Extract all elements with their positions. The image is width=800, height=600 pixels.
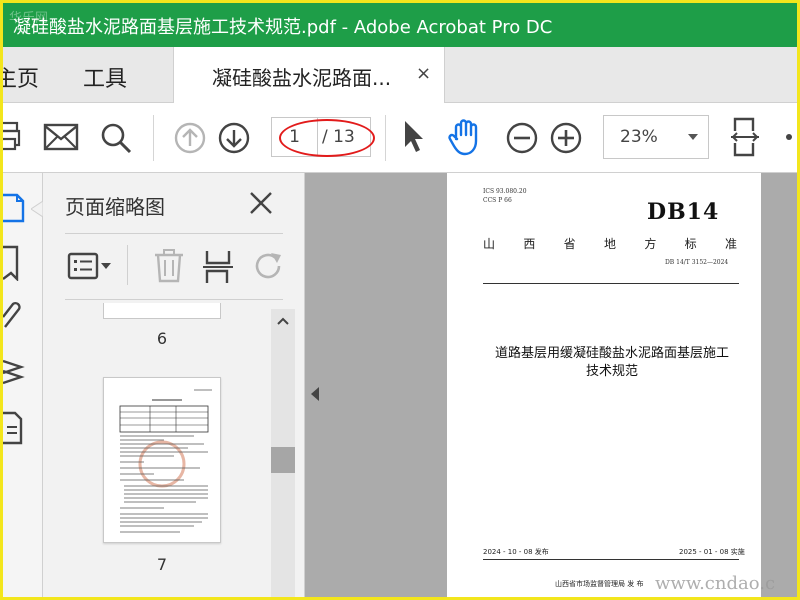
header-rule	[483, 283, 739, 284]
site-watermark: www.cndao.c	[655, 573, 776, 594]
document-tab-label: 凝硅酸盐水泥路面...	[212, 66, 392, 90]
chevron-up-icon[interactable]	[276, 315, 290, 327]
title-line: 技术规范	[585, 364, 638, 379]
panel-divider	[65, 233, 283, 234]
app-window: 凝硅酸盐水泥路面基层施工技术规范.pdf - Adobe Acrobat Pro…	[0, 0, 800, 600]
toolbar: 1 / 13 23%	[3, 103, 797, 173]
title-bar: 凝硅酸盐水泥路面基层施工技术规范.pdf - Adobe Acrobat Pro…	[3, 3, 797, 47]
content-icon[interactable]	[3, 409, 25, 447]
next-page-icon[interactable]	[217, 121, 251, 155]
panel-title: 页面缩略图	[65, 195, 165, 219]
tab-home[interactable]: 主页	[3, 61, 39, 93]
heading-char: 西	[523, 237, 536, 251]
heading-char: 方	[644, 237, 657, 251]
ccs-code: CCS P 66	[483, 197, 512, 204]
tab-bar: 主页 工具 凝硅酸盐水泥路面... ×	[3, 47, 797, 103]
document-title: 道路基层用缓凝硅酸盐水泥路面基层施工 技术规范	[467, 345, 757, 381]
window-title: 凝硅酸盐水泥路面基层施工技术规范.pdf - Adobe Acrobat Pro…	[13, 17, 553, 38]
delete-icon[interactable]	[153, 249, 185, 283]
thumbnail-panel: 页面缩略图 6 7	[43, 173, 305, 597]
zoom-value: 23%	[620, 127, 658, 147]
document-viewer: ICS 93.080.20 CCS P 66 DB14 山 西 省 地 方 标 …	[305, 173, 797, 597]
print-icon[interactable]	[0, 119, 23, 153]
thumbnail-label: 7	[156, 555, 168, 574]
collapse-panel-icon[interactable]	[309, 385, 321, 403]
page-thumbnails-icon[interactable]	[3, 191, 27, 227]
close-panel-icon[interactable]	[247, 189, 275, 217]
highlight-annotation-oval	[279, 119, 375, 157]
zoom-select[interactable]: 23%	[603, 115, 709, 159]
extract-page-icon[interactable]	[203, 249, 235, 285]
more-icon[interactable]	[785, 133, 793, 141]
close-tab-icon[interactable]: ×	[416, 63, 431, 84]
implement-date: 2025 - 01 - 08 实施	[679, 548, 745, 556]
select-arrow-icon[interactable]	[401, 119, 427, 155]
thumbnail-page-6[interactable]	[103, 303, 221, 319]
bookmarks-icon[interactable]	[3, 245, 21, 281]
layers-icon[interactable]	[3, 355, 25, 391]
email-icon[interactable]	[43, 123, 79, 151]
heading-char: 标	[684, 237, 697, 251]
zoom-out-icon[interactable]	[505, 121, 539, 155]
issuer: 山西省市场监督管理局 发 布	[555, 580, 644, 588]
document-page: ICS 93.080.20 CCS P 66 DB14 山 西 省 地 方 标 …	[447, 173, 761, 597]
toolbar-separator	[385, 115, 386, 161]
fit-page-icon[interactable]	[729, 115, 761, 159]
thumbnail-options-icon[interactable]	[67, 251, 113, 281]
thumbnail-content	[119, 389, 212, 533]
province-standard-heading: 山 西 省 地 方 标 准	[483, 235, 737, 252]
search-icon[interactable]	[99, 121, 133, 155]
db-mark: DB14	[647, 199, 720, 225]
standard-number: DB 14/T 3152—2024	[665, 259, 729, 266]
title-line: 道路基层用缓凝硅酸盐水泥路面基层施工	[494, 346, 729, 361]
zoom-in-icon[interactable]	[549, 121, 583, 155]
panel-separator	[127, 245, 128, 285]
tab-document[interactable]: 凝硅酸盐水泥路面... ×	[173, 47, 445, 103]
corner-watermark: 华乐网	[9, 11, 49, 26]
heading-char: 地	[603, 237, 616, 251]
left-icon-rail	[3, 173, 43, 597]
thumbnail-label: 6	[156, 329, 168, 348]
hand-tool-icon[interactable]	[447, 117, 485, 157]
rotate-icon[interactable]	[251, 249, 285, 283]
chevron-down-icon	[688, 134, 698, 140]
attachments-icon[interactable]	[3, 297, 25, 333]
toolbar-separator	[153, 115, 154, 161]
scrollbar-thumb[interactable]	[271, 447, 295, 473]
tab-tools[interactable]: 工具	[83, 61, 127, 93]
heading-char: 准	[724, 237, 737, 251]
prev-page-icon[interactable]	[173, 121, 207, 155]
heading-char: 山	[483, 237, 496, 251]
thumbnail-page-7[interactable]	[103, 377, 221, 543]
rail-pointer-icon	[31, 201, 43, 217]
panel-divider	[65, 299, 283, 300]
ics-code: ICS 93.080.20	[483, 188, 527, 195]
panel-scrollbar[interactable]	[271, 309, 295, 597]
publish-date: 2024 - 10 - 08 发布	[483, 548, 549, 556]
heading-char: 省	[563, 237, 576, 251]
footer-rule	[483, 559, 739, 560]
